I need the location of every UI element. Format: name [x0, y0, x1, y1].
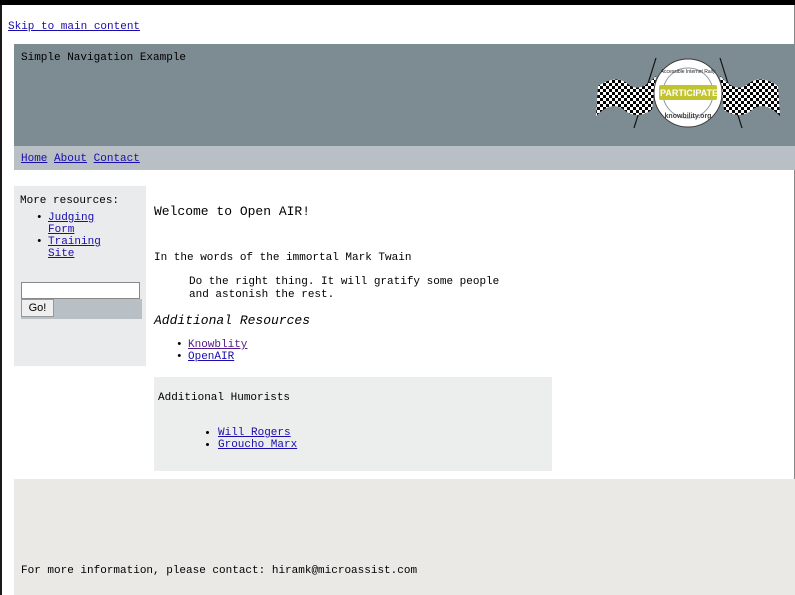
humorists-panel: Additional Humorists Will Rogers Groucho…: [154, 377, 552, 471]
twain-quote: Do the right thing. It will gratify some…: [189, 276, 500, 301]
checkered-flags-logo-icon: I PARTICIPATE! Accessible Internet Rally…: [596, 57, 780, 129]
welcome-heading: Welcome to Open AIR!: [154, 204, 311, 219]
footer-contact-text: For more information, please contact: hi…: [21, 565, 418, 577]
list-item: OpenAIR: [176, 351, 376, 363]
resources-list: Knowblity OpenAIR: [176, 339, 376, 363]
logo-brand-text: knowbility.org: [665, 113, 712, 120]
additional-resources-heading: Additional Resources: [154, 313, 311, 328]
logo-ring-text: Accessible Internet Rally: [661, 69, 716, 75]
logo-badge-text: I PARTICIPATE!: [655, 88, 721, 98]
site-header: Simple Navigation Example I PARTICIPATE!…: [14, 44, 795, 146]
humorists-list: Will Rogers Groucho Marx: [178, 427, 418, 451]
intro-text: In the words of the immortal Mark Twain: [154, 252, 412, 264]
window-left-border: [0, 5, 2, 595]
training-site-link[interactable]: Training Site: [48, 236, 101, 260]
groucho-marx-link[interactable]: Groucho Marx: [218, 439, 297, 451]
skip-to-main-link[interactable]: Skip to main content: [8, 21, 140, 33]
site-footer: For more information, please contact: hi…: [14, 479, 795, 595]
list-item: Will Rogers: [218, 427, 418, 439]
list-item: JudgingForm: [36, 212, 146, 236]
nav-about-link[interactable]: About: [54, 153, 87, 165]
list-item: Groucho Marx: [218, 439, 418, 451]
list-item: TrainingSite: [36, 236, 146, 260]
site-title: Simple Navigation Example: [21, 52, 187, 64]
list-item: Knowblity: [176, 339, 376, 351]
window-top-border: [0, 0, 795, 5]
humorists-title: Additional Humorists: [158, 392, 291, 404]
openair-link[interactable]: OpenAIR: [188, 351, 234, 363]
sidebar-title: More resources:: [20, 195, 120, 207]
judging-form-link[interactable]: Judging Form: [48, 212, 94, 236]
knowblity-link[interactable]: Knowblity: [188, 339, 247, 351]
will-rogers-link[interactable]: Will Rogers: [218, 427, 291, 439]
nav-contact-link[interactable]: Contact: [94, 153, 140, 165]
sidebar: More resources: JudgingForm TrainingSite…: [14, 186, 146, 366]
go-button[interactable]: Go!: [21, 299, 54, 317]
sidebar-links: JudgingForm TrainingSite: [14, 212, 146, 260]
search-input[interactable]: [21, 282, 140, 299]
main-nav: Home About Contact: [14, 146, 795, 170]
nav-home-link[interactable]: Home: [21, 153, 47, 165]
search-button-row: Go!: [21, 299, 142, 319]
